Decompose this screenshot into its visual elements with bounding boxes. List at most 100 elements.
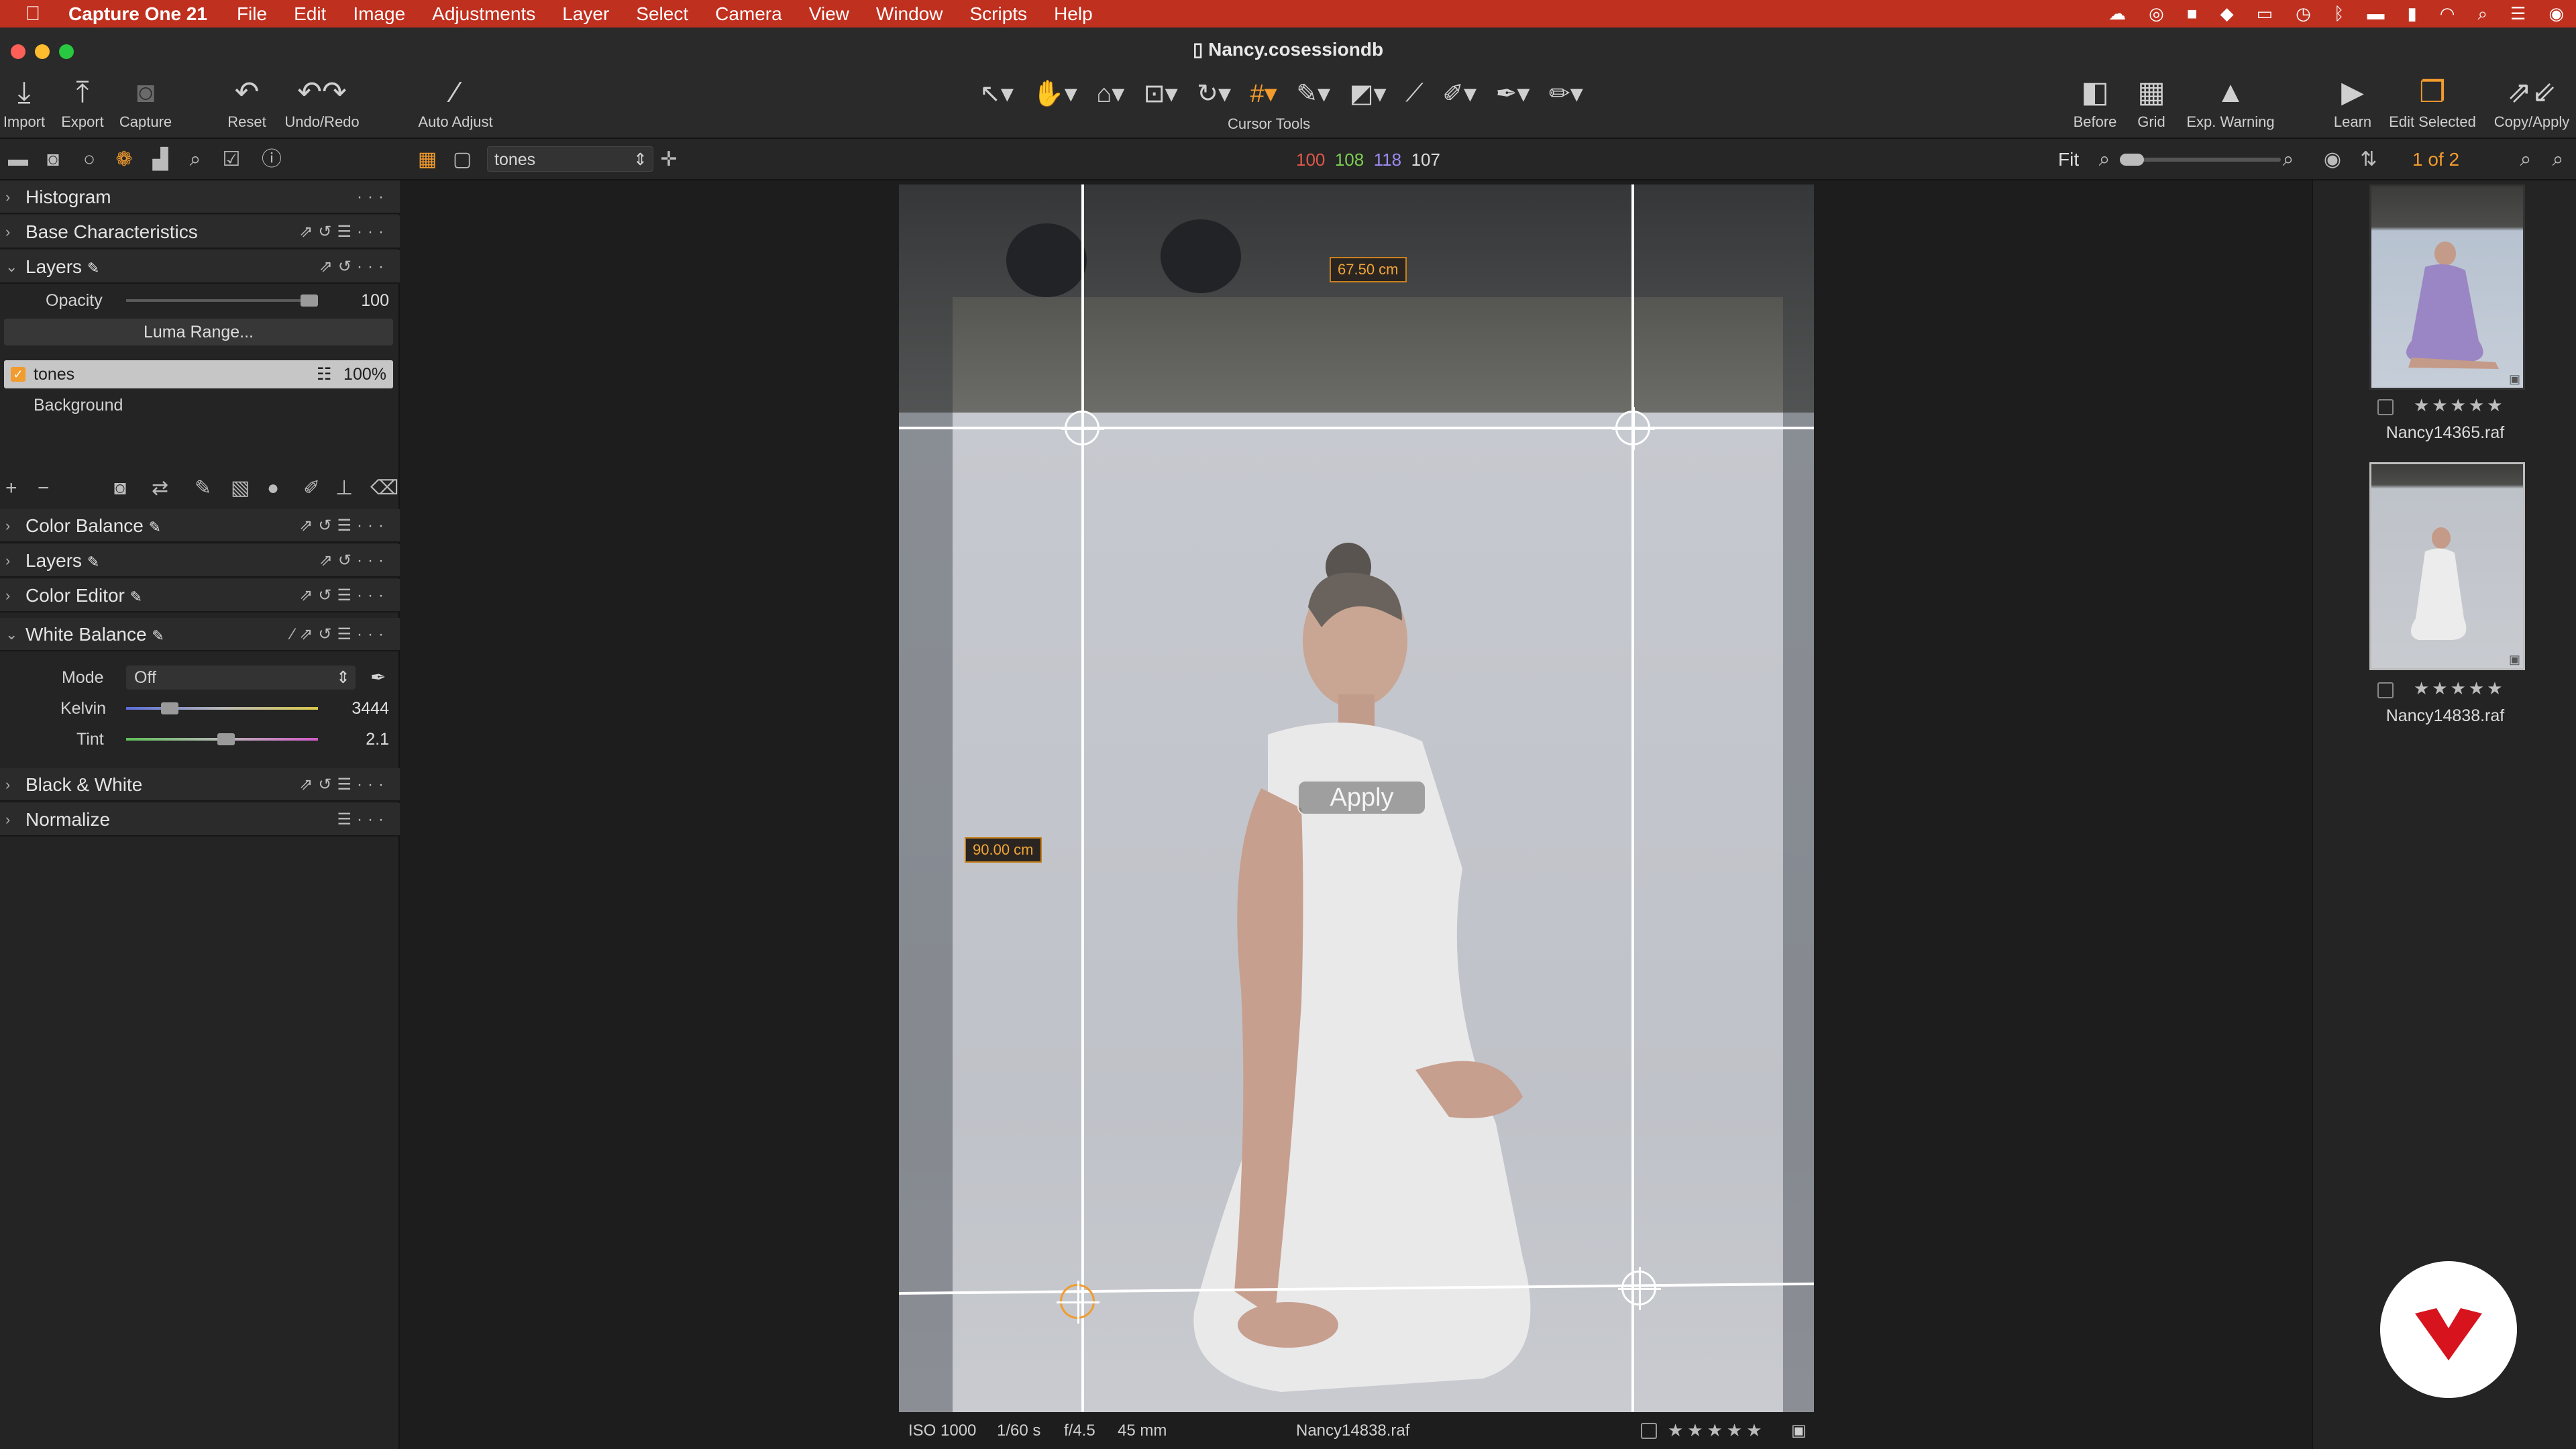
opacity-value[interactable]: 100	[361, 285, 389, 316]
menu-select[interactable]: Select	[636, 3, 688, 25]
layer-tones-row[interactable]: ✓ tones ☷ 100%	[4, 360, 393, 388]
zoom-in-icon[interactable]: ⌕	[2278, 150, 2298, 170]
pan-icon[interactable]: ✋▾	[1032, 78, 1077, 109]
menu-layer[interactable]: Layer	[562, 3, 609, 25]
capture-tab-icon[interactable]: ◙	[43, 150, 63, 170]
picker-icon[interactable]: ✒▾	[1496, 78, 1530, 109]
menu-view[interactable]: View	[809, 3, 849, 25]
before-button[interactable]: ◧ Before	[2068, 72, 2123, 139]
keystone-icon[interactable]: #▾	[1250, 78, 1277, 109]
rating-stars[interactable]: ★★★★★	[1668, 1412, 1766, 1449]
search-icon[interactable]: ⌕	[2477, 3, 2487, 25]
sort-icon[interactable]: ⇅	[2359, 150, 2379, 170]
zoom-slider[interactable]	[2120, 154, 2281, 166]
tool-controls-icon[interactable]: ⇗↺☰···	[299, 579, 389, 612]
opacity-slider-knob[interactable]	[301, 294, 318, 307]
luma-range-button[interactable]: Luma Range...	[4, 319, 393, 345]
select-checkbox[interactable]	[1641, 1423, 1657, 1439]
linear-gradient-icon[interactable]: ▧	[231, 468, 250, 509]
normalize-header[interactable]: › Normalize ☰···	[0, 803, 400, 837]
flag-icon[interactable]: ▬	[2367, 3, 2384, 24]
variant-selector[interactable]: tones ⇕	[487, 146, 653, 172]
eye-icon[interactable]: ◉	[2322, 150, 2343, 170]
swap-icon[interactable]: ⇄	[152, 468, 168, 509]
dropbox-icon[interactable]: ◆	[2220, 3, 2234, 24]
display-icon[interactable]: ▭	[2257, 3, 2273, 24]
auto-adjust-button[interactable]: ⁄ Auto Adjust	[413, 72, 498, 139]
tool-controls-icon[interactable]: ⇗↺···	[319, 250, 389, 284]
thumbnail-2-selected[interactable]: ▣	[2369, 462, 2525, 670]
tint-value[interactable]: 2.1	[366, 724, 389, 755]
bluetooth-icon[interactable]: ᛒ	[2334, 3, 2345, 24]
thumbnail-2-stars[interactable]: ★★★★★	[2414, 678, 2506, 699]
keystone-handle-bottom-left[interactable]	[1057, 1281, 1099, 1324]
mask-view-icon[interactable]: ◙	[114, 468, 126, 509]
time-machine-icon[interactable]: ◷	[2296, 3, 2311, 24]
grid-button[interactable]: ▦ Grid	[2132, 72, 2171, 139]
keystone-line-right[interactable]	[1631, 184, 1634, 1412]
remove-layer-icon[interactable]: −	[38, 468, 50, 509]
color-balance-header[interactable]: › Color Balance ✎ ⇗↺☰···	[0, 509, 400, 543]
browser-zoom-icon[interactable]: ⌕	[2548, 150, 2568, 170]
battery-icon[interactable]: ▮	[2407, 3, 2416, 24]
fit-button[interactable]: Fit	[2058, 139, 2079, 180]
menu-help[interactable]: Help	[1054, 3, 1093, 25]
keystone-line-left[interactable]	[1081, 184, 1084, 1412]
wb-mode-select[interactable]: Off ⇕	[126, 665, 356, 690]
erase-icon[interactable]: ⌫	[370, 468, 398, 509]
thumbnail-1[interactable]: ▣	[2369, 184, 2525, 390]
more-icon[interactable]: ···	[357, 180, 389, 214]
keystone-line-top[interactable]	[899, 427, 1814, 429]
metadata-tab-icon[interactable]: ⓘ	[262, 150, 282, 170]
layers-header[interactable]: ⌄ Layers ✎ ⇗↺···	[0, 250, 400, 284]
tool-controls-icon[interactable]: ⇗↺☰···	[299, 215, 389, 249]
zoom-window-button[interactable]	[59, 44, 74, 59]
creative-cloud-icon[interactable]: ☁	[2108, 3, 2126, 24]
keystone-handle-top-right[interactable]	[1612, 407, 1655, 450]
grid-view-icon[interactable]: ▦	[417, 150, 437, 170]
zoom-slider-knob[interactable]	[2120, 154, 2144, 166]
heal-icon[interactable]: ✐	[303, 468, 320, 509]
color-tab-icon[interactable]: ❁	[114, 150, 134, 170]
close-window-button[interactable]	[11, 44, 25, 59]
exposure-tab-icon[interactable]: ▟	[150, 150, 170, 170]
single-view-icon[interactable]: ▢	[452, 150, 472, 170]
rotate-icon[interactable]: ↻▾	[1197, 78, 1231, 109]
black-white-header[interactable]: › Black & White ⇗↺☰···	[0, 768, 400, 802]
minimize-window-button[interactable]	[35, 44, 50, 59]
wifi-icon[interactable]: ◠	[2440, 3, 2455, 24]
layer-checkbox[interactable]: ✓	[11, 367, 25, 382]
reset-button[interactable]: ↶ Reset	[224, 72, 270, 139]
add-layer-icon[interactable]: +	[5, 468, 17, 509]
search-browser-icon[interactable]: ⌕	[2516, 150, 2536, 170]
menu-camera[interactable]: Camera	[715, 3, 782, 25]
annotate-icon[interactable]: ✏▾	[1549, 78, 1583, 109]
brush-tool-icon[interactable]: ✎	[195, 468, 211, 509]
tool-controls-icon[interactable]: ⇗↺☰···	[299, 768, 389, 802]
control-center-icon[interactable]: ☰	[2510, 3, 2526, 24]
exposure-warning-button[interactable]: ▲ Exp. Warning	[2183, 72, 2278, 139]
menu-adjustments[interactable]: Adjustments	[432, 3, 535, 25]
capture-button[interactable]: ◙ Capture	[115, 72, 176, 139]
tool-controls-icon[interactable]: ⇗↺☰···	[299, 509, 389, 543]
white-balance-header[interactable]: ⌄ White Balance ✎ ⁄⇗↺☰···	[0, 618, 400, 651]
apply-keystone-button[interactable]: Apply	[1297, 780, 1426, 815]
menu-window[interactable]: Window	[876, 3, 943, 25]
menu-edit[interactable]: Edit	[294, 3, 326, 25]
kelvin-slider-knob[interactable]	[161, 702, 178, 714]
kelvin-slider[interactable]	[126, 707, 318, 710]
details-tab-icon[interactable]: ⌕	[185, 150, 205, 170]
layer-background-row[interactable]: Background	[0, 390, 400, 421]
import-button[interactable]: ⤓ Import	[3, 72, 46, 139]
base-characteristics-header[interactable]: › Base Characteristics ⇗↺☰···	[0, 215, 400, 249]
copy-apply-button[interactable]: ⇗⇙ Copy/Apply	[2490, 72, 2573, 139]
zoom-out-icon[interactable]: ⌕	[2094, 150, 2114, 170]
eraser-icon[interactable]: ◩▾	[1350, 78, 1387, 109]
menu-scripts[interactable]: Scripts	[969, 3, 1027, 25]
edit-selected-button[interactable]: ❐ Edit Selected	[2384, 72, 2481, 139]
thumbnail-1-stars[interactable]: ★★★★★	[2414, 395, 2506, 416]
siri-icon[interactable]: ◉	[2548, 3, 2564, 24]
eyedropper-icon[interactable]: ✒	[370, 662, 386, 693]
undo-redo-button[interactable]: ↶↷ Undo/Redo	[280, 72, 364, 139]
gradient-mask-icon[interactable]: ✐▾	[1442, 78, 1477, 109]
